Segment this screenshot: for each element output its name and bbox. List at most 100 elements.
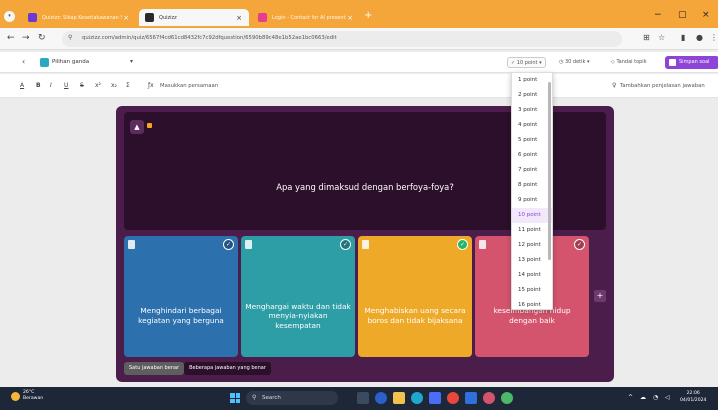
- points-option[interactable]: 1 point: [512, 73, 552, 88]
- points-option[interactable]: 16 point: [512, 298, 552, 309]
- star-icon[interactable]: ☆: [658, 33, 665, 42]
- question-editor-header: ‹ Pilihan ganda ▾ ✓ 10 point ▾ ◷ 30 deti…: [0, 52, 718, 73]
- taskbar-clock[interactable]: 22:06 04/01/2024: [680, 391, 706, 404]
- weather-desc: Berawan: [23, 396, 44, 401]
- volume-icon[interactable]: ◁: [665, 394, 670, 401]
- sidebar-icon[interactable]: ▮: [681, 33, 685, 42]
- plus-icon[interactable]: +: [364, 10, 372, 21]
- points-select[interactable]: ✓ 10 point ▾: [507, 57, 546, 68]
- time-select[interactable]: ◷ 30 detik ▾: [556, 57, 593, 68]
- more-icon[interactable]: ⋮: [710, 33, 718, 42]
- mark-correct-toggle[interactable]: ✓: [574, 239, 585, 250]
- question-type-select[interactable]: Pilihan ganda: [52, 59, 89, 65]
- save-question-button[interactable]: Simpan soal: [665, 56, 718, 69]
- points-option[interactable]: 3 point: [512, 103, 552, 118]
- word-icon[interactable]: [465, 392, 477, 404]
- points-option[interactable]: 12 point: [512, 238, 552, 253]
- trash-icon[interactable]: [362, 240, 369, 249]
- add-explanation-button[interactable]: Tambahkan penjelasan jawaban: [620, 83, 705, 89]
- points-option[interactable]: 14 point: [512, 268, 552, 283]
- forward-arrow-icon[interactable]: →: [22, 33, 30, 43]
- chrome-icon[interactable]: [447, 392, 459, 404]
- translate-icon[interactable]: ⊞: [643, 33, 650, 42]
- mark-correct-toggle[interactable]: ✓: [457, 239, 468, 250]
- search-label: Search: [262, 395, 281, 401]
- symbol-button[interactable]: Σ: [126, 82, 130, 89]
- tab-search-icon[interactable]: ▾: [4, 11, 15, 22]
- edge-icon[interactable]: [411, 392, 423, 404]
- weather-widget[interactable]: 26°C Berawan: [11, 390, 43, 402]
- answer-option-1[interactable]: ✓ Menghindari berbagai kegiatan yang ber…: [124, 236, 238, 357]
- wifi-icon[interactable]: ◔: [653, 394, 658, 401]
- chat-icon[interactable]: [375, 392, 387, 404]
- points-option[interactable]: 5 point: [512, 133, 552, 148]
- site-info-icon[interactable]: ⚲: [68, 34, 80, 44]
- single-answer-button[interactable]: Satu jawaban benar: [124, 362, 185, 375]
- close-icon[interactable]: ×: [122, 14, 130, 22]
- points-option[interactable]: 4 point: [512, 118, 552, 133]
- trash-icon[interactable]: [245, 240, 252, 249]
- answer-option-text[interactable]: Menghindari berbagai kegiatan yang bergu…: [128, 286, 234, 346]
- italic-button[interactable]: I: [50, 82, 52, 89]
- browser-tab-1[interactable]: Quizizz: Sikap Kesetiakawanan Sosi... ×: [22, 9, 136, 26]
- points-option[interactable]: 7 point: [512, 163, 552, 178]
- points-option[interactable]: 15 point: [512, 283, 552, 298]
- answer-option-text[interactable]: Menghargai waktu dan tidak menyia-nyiaka…: [245, 286, 351, 346]
- points-option[interactable]: 6 point: [512, 148, 552, 163]
- insert-equation-button[interactable]: Masukkan persamaan: [160, 83, 218, 89]
- mark-correct-toggle[interactable]: ✓: [223, 239, 234, 250]
- minimize-icon[interactable]: −: [654, 10, 662, 20]
- clock-date: 04/01/2024: [680, 397, 707, 403]
- bold-button[interactable]: B: [36, 82, 41, 89]
- windows-start-icon[interactable]: [230, 393, 240, 403]
- reload-icon[interactable]: ↻: [38, 33, 46, 43]
- browser-tab-2[interactable]: Quizizz ×: [139, 9, 249, 26]
- browser-tab-3[interactable]: Login - Contact for AI presenter ×: [252, 9, 360, 26]
- text-color-button[interactable]: A: [20, 82, 24, 89]
- profile-icon[interactable]: ●: [696, 33, 703, 42]
- app-icon[interactable]: [501, 392, 513, 404]
- tab-title: Quizizz: Sikap Kesetiakawanan Sosi...: [42, 14, 122, 21]
- points-option[interactable]: 2 point: [512, 88, 552, 103]
- answer-option-2[interactable]: ✓ Menghargai waktu dan tidak menyia-nyia…: [241, 236, 355, 357]
- taskbar-search[interactable]: ⚲ Search: [246, 391, 338, 405]
- formatting-toolbar: A B I U S x² x₂ Σ ƒx Masukkan persamaan …: [0, 74, 718, 98]
- task-view-icon[interactable]: [357, 392, 369, 404]
- dropdown-scrollbar[interactable]: [548, 82, 551, 260]
- mark-correct-toggle[interactable]: ✓: [340, 239, 351, 250]
- chevron-left-icon[interactable]: ‹: [22, 57, 25, 66]
- multiple-answer-button[interactable]: Beberapa jawaban yang benar: [184, 362, 271, 375]
- points-option[interactable]: 13 point: [512, 253, 552, 268]
- answer-option-text[interactable]: Menghabiskan uang secara boros dan tidak…: [362, 286, 468, 346]
- store-icon[interactable]: [429, 392, 441, 404]
- trash-icon[interactable]: [479, 240, 486, 249]
- subscript-button[interactable]: x₂: [111, 82, 117, 89]
- add-media-button[interactable]: ▲: [130, 120, 152, 134]
- restore-icon[interactable]: ▢: [678, 10, 687, 20]
- close-icon[interactable]: ×: [235, 14, 243, 22]
- points-option-selected[interactable]: 10 point: [512, 208, 552, 223]
- url-field[interactable]: ⚲ quizizz.com/admin/quiz/6567f4cd61cd843…: [62, 31, 622, 47]
- underline-button[interactable]: U: [64, 82, 68, 89]
- equation-icon: ƒx: [148, 82, 154, 89]
- tag-topic-button[interactable]: ◇ Tandai topik: [608, 57, 650, 68]
- app-icon[interactable]: [483, 392, 495, 404]
- trash-icon[interactable]: [128, 240, 135, 249]
- close-icon[interactable]: ×: [346, 14, 354, 22]
- points-option[interactable]: 11 point: [512, 223, 552, 238]
- close-window-icon[interactable]: ×: [702, 10, 710, 20]
- back-arrow-icon[interactable]: ←: [7, 33, 15, 43]
- multiple-choice-icon: [40, 58, 49, 67]
- chevron-down-icon[interactable]: ▾: [130, 58, 133, 65]
- save-icon: [669, 59, 676, 66]
- superscript-button[interactable]: x²: [95, 82, 101, 89]
- points-option[interactable]: 9 point: [512, 193, 552, 208]
- file-explorer-icon[interactable]: [393, 392, 405, 404]
- points-option[interactable]: 8 point: [512, 178, 552, 193]
- cloud-icon[interactable]: ☁: [640, 394, 646, 401]
- answer-option-3[interactable]: ✓ Menghabiskan uang secara boros dan tid…: [358, 236, 472, 357]
- chevron-up-icon[interactable]: ^: [628, 394, 633, 401]
- taskbar: 26°C Berawan ⚲ Search ^ ☁ ◔ ◁ 22:06 04/0…: [0, 387, 718, 410]
- strikethrough-button[interactable]: S: [80, 82, 84, 89]
- add-option-button[interactable]: +: [594, 290, 606, 302]
